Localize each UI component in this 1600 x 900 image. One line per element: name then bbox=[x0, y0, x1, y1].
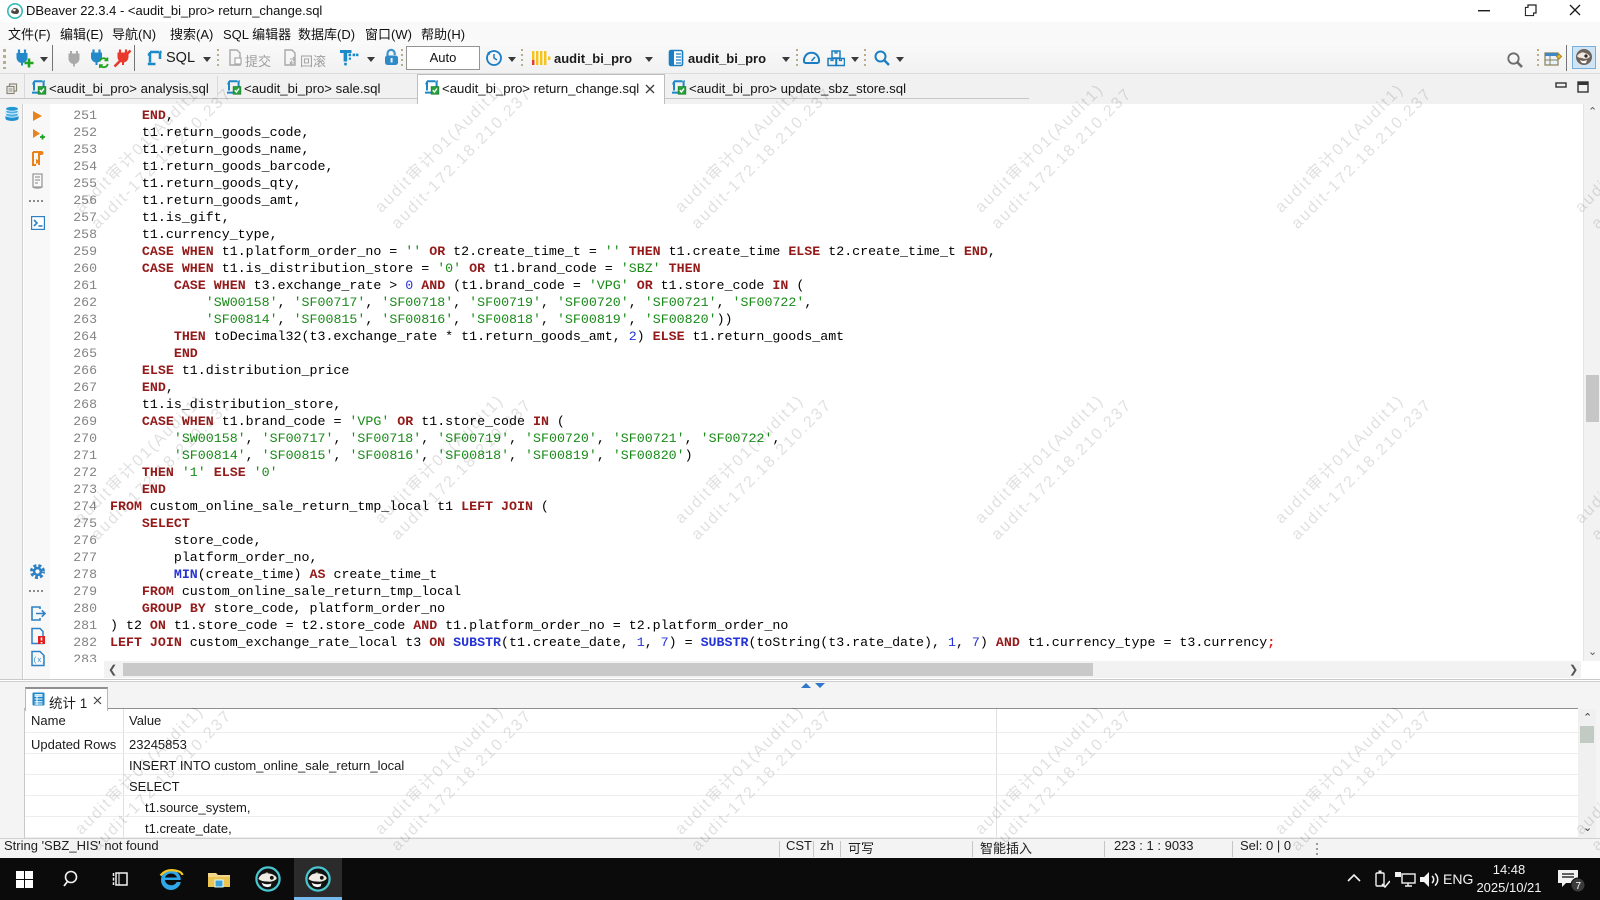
svg-text:7: 7 bbox=[1576, 881, 1582, 892]
svg-text:(x): (x) bbox=[33, 657, 46, 665]
